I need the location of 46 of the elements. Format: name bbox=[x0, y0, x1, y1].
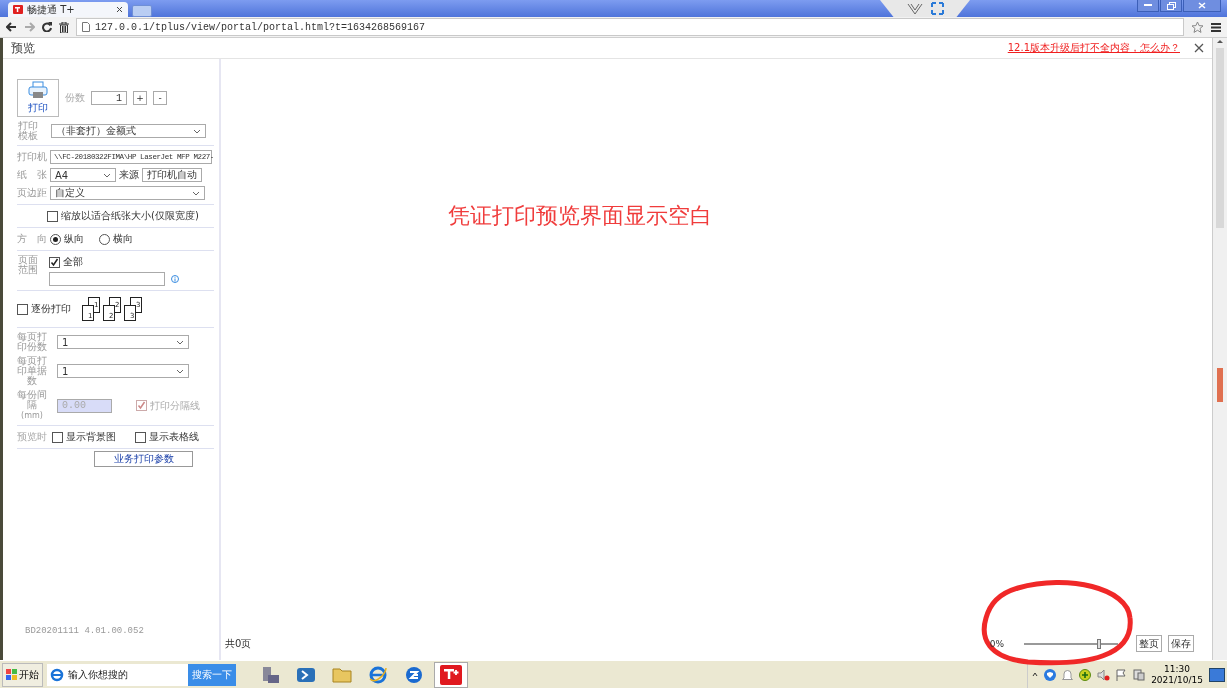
field-label: 每份间隔 (mm) bbox=[17, 390, 47, 421]
field-label: 方 向 bbox=[17, 234, 47, 244]
docs-per-page-select[interactable]: 1 bbox=[57, 364, 189, 378]
annotation-text: 凭证打印预览界面显示空白 bbox=[448, 202, 713, 230]
copies-field[interactable]: 1 bbox=[91, 91, 127, 105]
margin-select[interactable]: 自定义 bbox=[50, 186, 205, 200]
field-label: 来源 bbox=[119, 168, 139, 182]
checkbox-label: 缩放以适合纸张大小(仅限宽度) bbox=[61, 209, 199, 223]
checkbox-label: 显示背景图 bbox=[66, 430, 117, 444]
field-label: 每页打印单据数 bbox=[17, 356, 47, 386]
help-link[interactable]: 12.1版本升级后打不全内容，怎么办？ bbox=[1007, 41, 1180, 55]
radio-label: 横向 bbox=[113, 232, 133, 246]
field-label: 份数 bbox=[65, 93, 85, 103]
search-field[interactable]: 输入你想搜的 bbox=[47, 663, 188, 686]
print-button[interactable]: 打印 bbox=[17, 79, 59, 117]
field-label: 预览时 bbox=[17, 430, 48, 444]
page-count: 共0页 bbox=[225, 636, 252, 651]
checkbox-label: 逐份打印 bbox=[31, 302, 71, 316]
field-label: 页边距 bbox=[17, 188, 47, 198]
browser-tab[interactable]: 畅捷通 T+ bbox=[8, 2, 128, 17]
field-label: 页面范围 bbox=[17, 255, 39, 275]
paper-select[interactable]: A4 bbox=[50, 168, 116, 182]
clock-date: 2021/10/15 bbox=[1151, 674, 1203, 686]
decrement-button[interactable]: - bbox=[153, 91, 167, 105]
copies-per-page-select[interactable]: 1 bbox=[57, 335, 189, 349]
dialog-title: 预览 bbox=[11, 39, 35, 57]
toolbar-button[interactable]: 保存 bbox=[1168, 635, 1194, 652]
template-select[interactable]: （非套打）金额式 bbox=[51, 124, 206, 138]
field-label: 纸 张 bbox=[17, 170, 47, 180]
field-label: 打印模板 bbox=[17, 121, 39, 141]
business-params-button[interactable]: 业务打印参数 bbox=[94, 451, 193, 467]
field-label: 打印机 bbox=[17, 152, 47, 162]
checkbox-label: 打印分隔线 bbox=[150, 398, 200, 413]
radio-label: 纵向 bbox=[64, 232, 84, 246]
toolbar-button[interactable]: 整页 bbox=[1136, 635, 1162, 652]
address-bar[interactable]: 127.0.0.1/tplus/view/portal/portal.html?t=1634268569167 bbox=[76, 18, 1184, 36]
paper-source-field[interactable]: 打印机自动 bbox=[142, 168, 202, 182]
start-button[interactable]: 开始 bbox=[2, 662, 43, 687]
increment-button[interactable]: + bbox=[133, 91, 147, 105]
checkbox-label: 全部 bbox=[63, 255, 83, 269]
field-label: 每页打印份数 bbox=[17, 332, 47, 352]
tab-title: 畅捷通 T+ bbox=[27, 2, 76, 17]
clock-time: 11:30 bbox=[1164, 663, 1191, 675]
version-text: BD20201111 4.01.00.052 bbox=[25, 626, 145, 636]
checkbox-label: 显示表格线 bbox=[149, 430, 199, 444]
zoom-reading: 0% bbox=[989, 638, 1004, 649]
